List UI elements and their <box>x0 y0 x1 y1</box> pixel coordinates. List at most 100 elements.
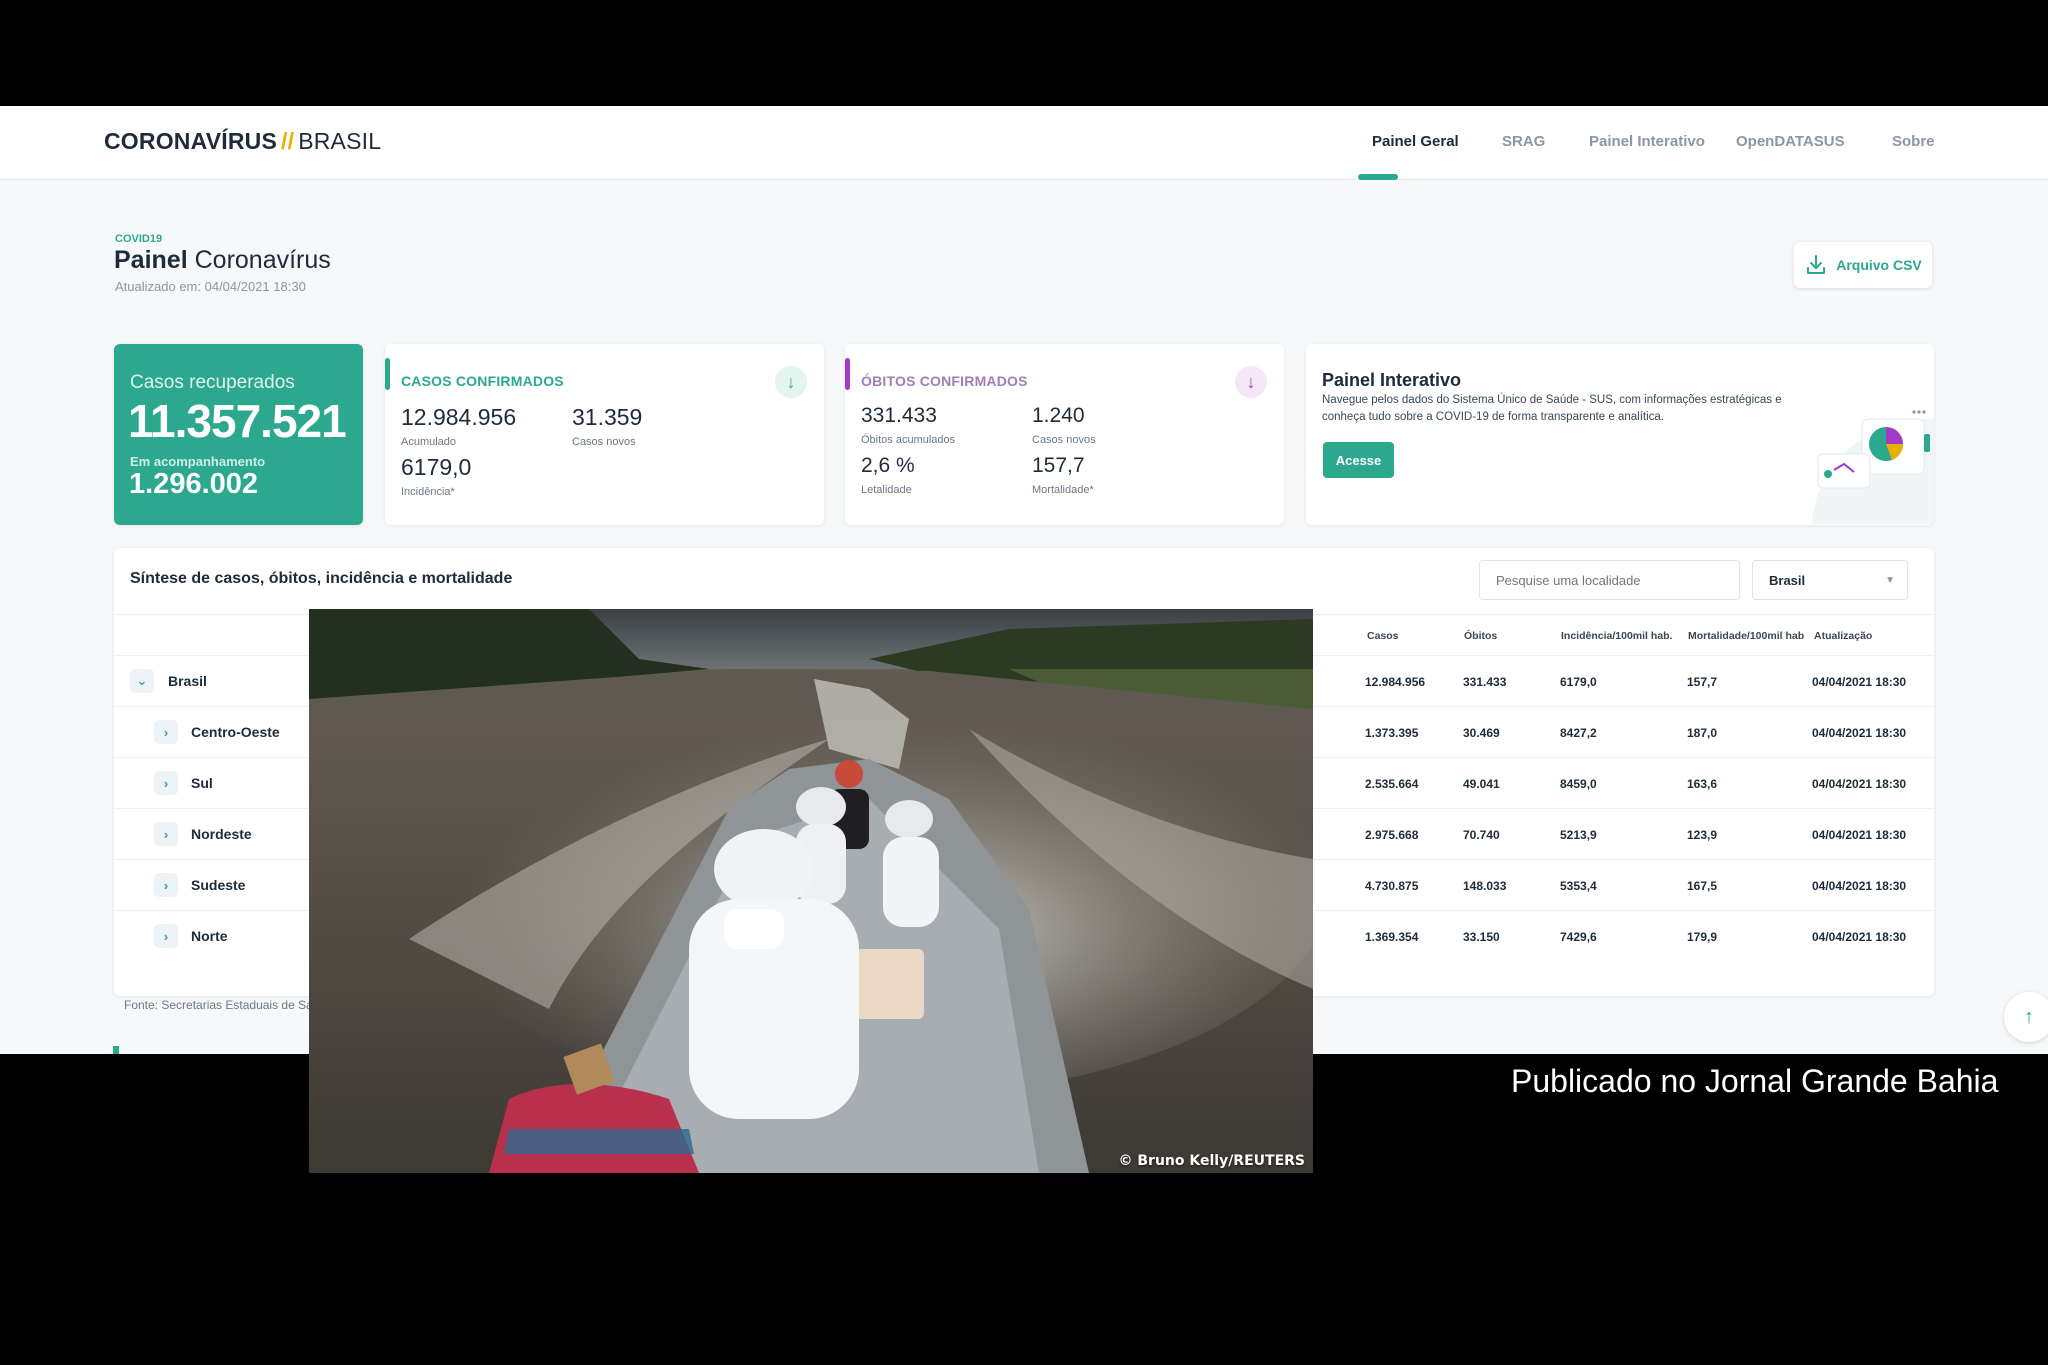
row-updated: 04/04/2021 18:30 <box>1812 777 1907 791</box>
row-updated: 04/04/2021 18:30 <box>1812 675 1907 689</box>
publication-caption: Publicado no Jornal Grande Bahia <box>1511 1063 1999 1099</box>
row-mortality: 167,5 <box>1687 879 1718 893</box>
deaths-lethality: 2,6 % <box>861 454 915 477</box>
row-deaths: 331.433 <box>1463 675 1507 689</box>
confirmed-cases-card: CASOS CONFIRMADOS ↓ 12.984.956 Acumulado… <box>385 344 824 525</box>
row-deaths: 70.740 <box>1463 828 1500 842</box>
row-name: Centro-Oeste <box>191 724 280 740</box>
deaths-accumulated-label: Óbitos acumulados <box>861 434 956 446</box>
logo-slash: // <box>281 128 295 154</box>
synthesis-table-title: Síntese de casos, óbitos, incidência e m… <box>130 570 513 587</box>
row-updated: 04/04/2021 18:30 <box>1812 879 1907 893</box>
dashboard-illustration-icon <box>1811 410 1934 524</box>
region-select[interactable]: Brasil ▼ <box>1752 560 1908 600</box>
row-name: Sul <box>191 775 213 791</box>
page-title-rest: Coronavírus <box>194 246 331 274</box>
logo-rest: BRASIL <box>298 128 382 154</box>
deaths-lethality-label: Letalidade <box>861 484 912 496</box>
row-incidence: 7429,6 <box>1560 930 1597 944</box>
caret-down-icon: ▼ <box>1885 575 1895 586</box>
page-title-bold: Painel <box>114 246 188 274</box>
chevron-down-icon[interactable]: ⌄ <box>130 669 154 693</box>
screenshot-frame: CORONAVÍRUS//BRASIL Painel Geral SRAG Pa… <box>0 0 2048 1365</box>
region-select-value: Brasil <box>1769 573 1806 588</box>
deaths-new: 1.240 <box>1032 404 1085 427</box>
deaths-title: ÓBITOS CONFIRMADOS <box>861 373 1028 389</box>
deaths-mortality-label: Mortalidade* <box>1032 484 1094 496</box>
green-marker <box>113 1046 119 1054</box>
row-deaths: 49.041 <box>1463 777 1500 791</box>
interactive-panel-description: Navegue pelos dados do Sistema Único de … <box>1322 394 1782 423</box>
col-header-updated[interactable]: Atualização <box>1814 630 1872 642</box>
row-cases: 2.975.668 <box>1365 828 1419 842</box>
follow-up-label: Em acompanhamento <box>130 454 266 469</box>
recovered-label: Casos recuperados <box>130 372 295 393</box>
row-incidence: 8427,2 <box>1560 726 1597 740</box>
row-mortality: 123,9 <box>1687 828 1718 842</box>
row-mortality: 163,6 <box>1687 777 1718 791</box>
deaths-accumulated: 331.433 <box>861 404 937 427</box>
nav-sobre[interactable]: Sobre <box>1892 133 1935 150</box>
location-search-input[interactable] <box>1479 560 1740 600</box>
row-deaths: 30.469 <box>1463 726 1500 740</box>
row-mortality: 179,9 <box>1687 930 1718 944</box>
arrow-down-icon[interactable]: ↓ <box>1235 366 1267 398</box>
row-updated: 04/04/2021 18:30 <box>1812 828 1907 842</box>
row-name: Nordeste <box>191 826 252 842</box>
row-deaths: 33.150 <box>1463 930 1500 944</box>
site-header: CORONAVÍRUS//BRASIL Painel Geral SRAG Pa… <box>0 106 2048 180</box>
recovered-card: Casos recuperados 11.357.521 Em acompanh… <box>114 344 363 525</box>
deaths-accent-bar <box>845 358 850 390</box>
nav-srag[interactable]: SRAG <box>1502 133 1545 150</box>
col-header-deaths[interactable]: Óbitos <box>1464 630 1497 642</box>
arrow-down-icon[interactable]: ↓ <box>775 366 807 398</box>
site-logo[interactable]: CORONAVÍRUS//BRASIL <box>104 128 381 155</box>
row-name: Norte <box>191 928 228 944</box>
confirmed-incidence-label: Incidência* <box>401 486 455 498</box>
page-kicker: COVID19 <box>115 233 163 245</box>
col-header-mortality[interactable]: Mortalidade/100mil hab <box>1688 630 1804 642</box>
recovered-value: 11.357.521 <box>128 395 347 447</box>
confirmed-deaths-card: ÓBITOS CONFIRMADOS ↓ 331.433 Óbitos acum… <box>845 344 1284 525</box>
nav-painel-interativo[interactable]: Painel Interativo <box>1589 133 1705 150</box>
row-deaths: 148.033 <box>1463 879 1507 893</box>
confirmed-accumulated-label: Acumulado <box>401 436 457 448</box>
csv-download-label: Arquivo CSV <box>1836 257 1922 273</box>
row-updated: 04/04/2021 18:30 <box>1812 930 1907 944</box>
chevron-right-icon[interactable]: › <box>154 720 178 744</box>
chevron-right-icon[interactable]: › <box>154 873 178 897</box>
confirmed-incidence: 6179,0 <box>401 454 472 480</box>
interactive-panel-title: Painel Interativo <box>1322 370 1462 390</box>
chevron-right-icon[interactable]: › <box>154 924 178 948</box>
nav-opendatasus[interactable]: OpenDATASUS <box>1736 133 1845 150</box>
confirmed-accent-bar <box>385 358 390 390</box>
interactive-panel-access-button[interactable]: Acesse <box>1323 442 1394 478</box>
row-cases: 2.535.664 <box>1365 777 1419 791</box>
col-header-cases[interactable]: Casos <box>1367 630 1399 642</box>
row-cases: 12.984.956 <box>1365 675 1426 689</box>
chevron-right-icon[interactable]: › <box>154 822 178 846</box>
row-cases: 1.369.354 <box>1365 930 1419 944</box>
col-header-incidence[interactable]: Incidência/100mil hab. <box>1561 630 1672 642</box>
row-name: Brasil <box>168 673 207 689</box>
data-source-note: Fonte: Secretarias Estaduais de Sa <box>124 998 313 1012</box>
deaths-new-label: Casos novos <box>1032 434 1096 446</box>
chevron-right-icon[interactable]: › <box>154 771 178 795</box>
confirmed-accumulated: 12.984.956 <box>401 404 517 430</box>
news-photo: © Bruno Kelly/REUTERS <box>309 609 1313 1173</box>
boat-river-photo <box>309 609 1313 1173</box>
csv-download-button[interactable]: Arquivo CSV <box>1794 242 1932 288</box>
active-nav-indicator <box>1358 174 1398 180</box>
row-mortality: 157,7 <box>1687 675 1718 689</box>
arrow-up-icon[interactable]: ↑ <box>2004 992 2048 1042</box>
row-incidence: 5213,9 <box>1560 828 1597 842</box>
follow-up-value: 1.296.002 <box>129 468 259 500</box>
confirmed-new: 31.359 <box>572 404 643 430</box>
row-cases: 1.373.395 <box>1365 726 1419 740</box>
nav-painel-geral[interactable]: Painel Geral <box>1372 133 1459 150</box>
deaths-mortality: 157,7 <box>1032 454 1085 477</box>
row-cases: 4.730.875 <box>1365 879 1419 893</box>
row-incidence: 8459,0 <box>1560 777 1597 791</box>
download-icon <box>1807 255 1826 274</box>
page-title: Painel Coronavírus <box>114 246 331 275</box>
